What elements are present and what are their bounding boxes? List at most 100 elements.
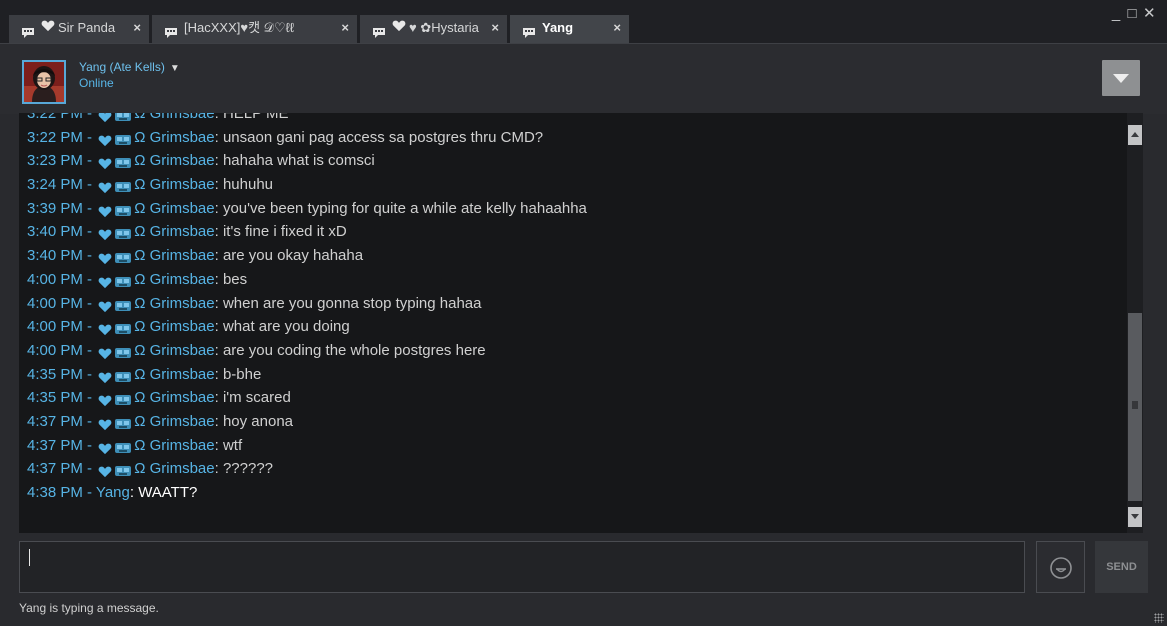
message-text: wtf <box>222 436 243 454</box>
message-timestamp: 4:37 PM - <box>27 412 97 430</box>
message-sender[interactable]: Ω Grimsbae <box>134 271 214 288</box>
emoticon-icon <box>114 225 132 240</box>
message-sender[interactable]: Ω Grimsbae <box>134 413 214 430</box>
emoticon-icon <box>114 391 132 406</box>
message-sender[interactable]: Ω Grimsbae <box>134 366 214 383</box>
message-sender[interactable]: Ω Grimsbae <box>134 342 214 359</box>
message-sender[interactable]: Ω Grimsbae <box>134 113 214 122</box>
chat-message: 4:37 PM - Ω Grimsbae: ?????? <box>27 457 587 481</box>
tab-hystaria[interactable]: ♥ ✿Hystaria × <box>360 15 507 43</box>
message-sender[interactable]: Ω Grimsbae <box>134 295 214 312</box>
emoticon-icon <box>114 202 132 216</box>
tab-close-icon[interactable]: × <box>341 15 349 41</box>
message-sender[interactable]: Ω Grimsbae <box>134 152 214 169</box>
tab-label: [HacXXX]♥캣 𝒟♡ℓℓ <box>184 20 295 35</box>
window-controls: _□✕ <box>1111 4 1159 22</box>
message-sender[interactable]: Ω Grimsbae <box>134 176 214 193</box>
message-text: when are you gonna stop typing hahaa <box>222 294 482 312</box>
message-separator: : <box>214 294 223 312</box>
tab-yang[interactable]: Yang × <box>510 15 629 43</box>
contact-name[interactable]: Yang (Ate Kells) ▼ <box>79 60 180 74</box>
tab-close-icon[interactable]: × <box>133 15 141 41</box>
message-timestamp: 3:40 PM - <box>27 247 97 265</box>
emoticon-button[interactable] <box>1036 541 1085 593</box>
chat-message: 3:22 PM - Ω Grimsbae: unsaon gani pag ac… <box>27 126 587 150</box>
emoticon-icon <box>114 344 132 358</box>
message-sender[interactable]: Ω Grimsbae <box>134 223 214 240</box>
heart-icon <box>98 462 112 478</box>
message-timestamp: 4:37 PM - <box>27 436 97 454</box>
emoticon-icon <box>114 273 132 287</box>
scroll-down-arrow[interactable] <box>1128 507 1142 527</box>
message-text: HELP ME <box>222 113 289 122</box>
message-sender[interactable]: Ω Grimsbae <box>134 129 214 146</box>
message-separator: : <box>214 270 223 288</box>
message-text: unsaon gani pag access sa postgres thru … <box>222 128 544 146</box>
chat-message: 4:00 PM - Ω Grimsbae: when are you gonna… <box>27 292 587 316</box>
chat-log-scrollbar[interactable] <box>1127 113 1143 533</box>
heart-icon <box>98 368 112 383</box>
tab-close-icon[interactable]: × <box>491 15 499 41</box>
chat-message: 3:40 PM - Ω Grimsbae: are you okay hahah… <box>27 244 587 268</box>
emoticon-icon <box>114 113 132 122</box>
avatar[interactable] <box>22 60 66 104</box>
chat-message: 3:23 PM - Ω Grimsbae: hahaha what is com… <box>27 149 587 173</box>
emoticon-icon <box>114 249 132 264</box>
message-timestamp: 4:00 PM - <box>27 341 97 359</box>
message-timestamp: 4:37 PM - <box>27 460 97 478</box>
message-separator: : <box>214 365 223 383</box>
chat-menu-dropdown-button[interactable] <box>1102 60 1140 96</box>
message-timestamp: 4:38 PM - <box>27 484 96 501</box>
minimize-button[interactable]: _ <box>1111 5 1127 22</box>
message-text: bes <box>222 270 248 288</box>
tab-label: Sir Panda <box>58 20 116 35</box>
chat-log[interactable]: 3:22 PM - Ω Grimsbae: HELP ME 3:22 PM - Ω… <box>19 113 1127 533</box>
chat-bubble-icon <box>164 22 178 38</box>
heart-icon <box>98 249 112 265</box>
emoticon-icon <box>114 320 132 335</box>
message-text: i'm scared <box>222 389 291 407</box>
message-text: ?????? <box>222 460 274 478</box>
dropdown-caret-icon[interactable]: ▼ <box>170 63 180 74</box>
message-sender[interactable]: Ω Grimsbae <box>134 247 214 264</box>
message-separator: : <box>129 484 139 501</box>
close-window-button[interactable]: ✕ <box>1143 4 1159 22</box>
emoticon-icon <box>114 297 132 311</box>
maximize-button[interactable]: □ <box>1127 5 1143 22</box>
message-separator: : <box>214 436 223 454</box>
message-sender[interactable]: Ω Grimsbae <box>134 318 214 335</box>
message-input[interactable] <box>19 541 1025 593</box>
message-sender[interactable]: Ω Grimsbae <box>134 200 214 217</box>
chat-header: Yang (Ate Kells) ▼ Online <box>0 43 1167 114</box>
message-timestamp: 4:35 PM - <box>27 389 97 407</box>
chat-bubble-icon <box>372 22 386 38</box>
emoticon-icon <box>114 154 132 169</box>
message-sender[interactable]: Ω Grimsbae <box>134 460 214 477</box>
heart-icon <box>98 178 112 194</box>
scroll-thumb[interactable] <box>1128 313 1142 501</box>
chat-window: Sir Panda × [HacXXX]♥캣 𝒟♡ℓℓ × ♥ ✿Hystaria ×… <box>0 0 1167 626</box>
message-text: hoy anona <box>222 412 294 430</box>
message-separator: : <box>214 318 223 336</box>
resize-grip-icon[interactable] <box>1154 613 1164 623</box>
message-sender[interactable]: Ω Grimsbae <box>134 437 214 454</box>
scroll-up-arrow[interactable] <box>1128 125 1142 145</box>
message-timestamp: 4:35 PM - <box>27 365 97 383</box>
message-text: WAATT? <box>138 484 198 501</box>
message-sender[interactable]: Yang <box>96 484 130 501</box>
tab-hacxxx[interactable]: [HacXXX]♥캣 𝒟♡ℓℓ × <box>152 15 357 43</box>
smiley-icon <box>1050 557 1072 579</box>
heart-icon <box>98 225 112 241</box>
message-sender[interactable]: Ω Grimsbae <box>134 389 214 406</box>
message-separator: : <box>214 389 223 407</box>
chat-message: 4:35 PM - Ω Grimsbae: b-bhe <box>27 363 587 387</box>
message-text: what are you doing <box>222 318 350 336</box>
message-timestamp: 3:23 PM - <box>27 152 97 170</box>
message-separator: : <box>214 341 223 359</box>
tab-sir-panda[interactable]: Sir Panda × <box>9 15 149 43</box>
send-button[interactable]: SEND <box>1095 541 1148 593</box>
tab-close-icon[interactable]: × <box>613 15 621 41</box>
message-separator: : <box>214 176 223 194</box>
chat-message: 4:37 PM - Ω Grimsbae: hoy anona <box>27 410 587 434</box>
heart-icon <box>98 131 112 146</box>
